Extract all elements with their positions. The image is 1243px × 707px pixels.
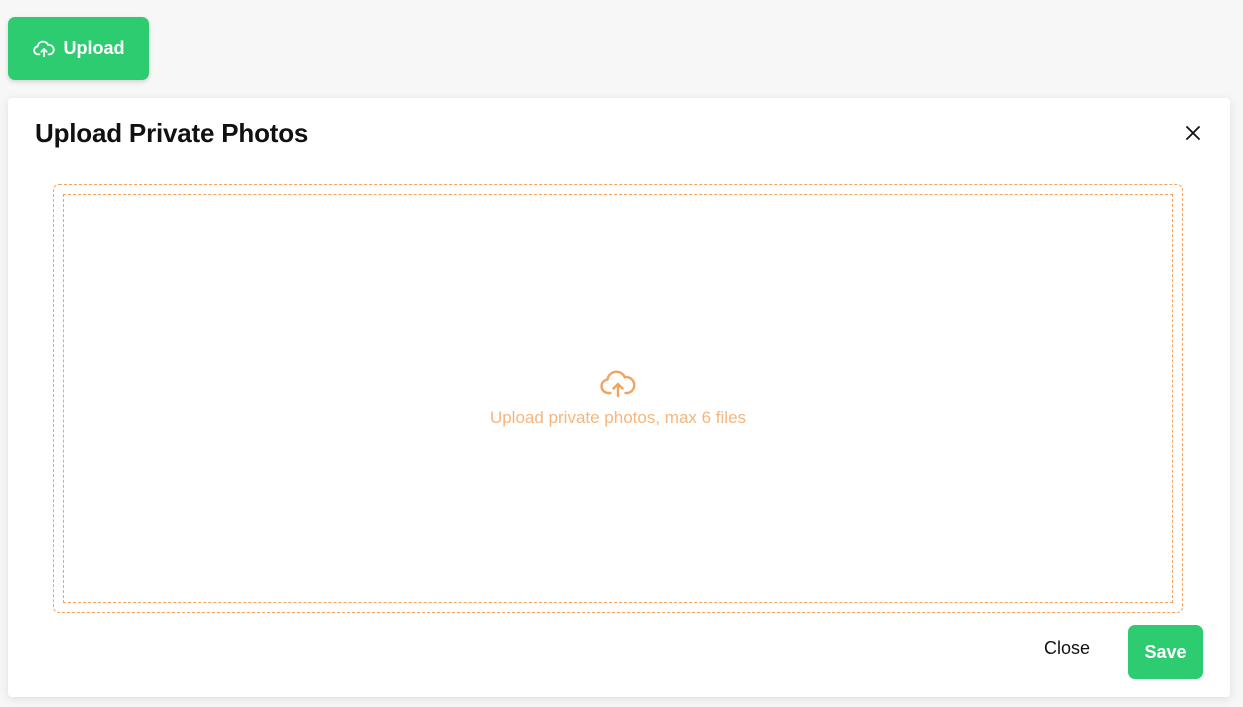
cloud-upload-icon [32, 40, 55, 58]
close-icon [1186, 125, 1200, 145]
cloud-upload-icon [599, 369, 637, 404]
upload-modal: Upload Private Photos Upload private pho… [8, 98, 1230, 697]
upload-button-label: Upload [63, 38, 125, 58]
dropzone-inner-area: Upload private photos, max 6 files [63, 194, 1173, 603]
upload-button[interactable]: Upload [8, 17, 149, 80]
modal-title: Upload Private Photos [35, 118, 309, 148]
close-button[interactable]: Close [1044, 638, 1090, 663]
save-button[interactable]: Save [1128, 625, 1203, 679]
modal-close-button[interactable] [1182, 124, 1204, 146]
photo-dropzone[interactable]: Upload private photos, max 6 files [53, 184, 1183, 613]
dropzone-instructions: Upload private photos, max 6 files [489, 408, 747, 427]
